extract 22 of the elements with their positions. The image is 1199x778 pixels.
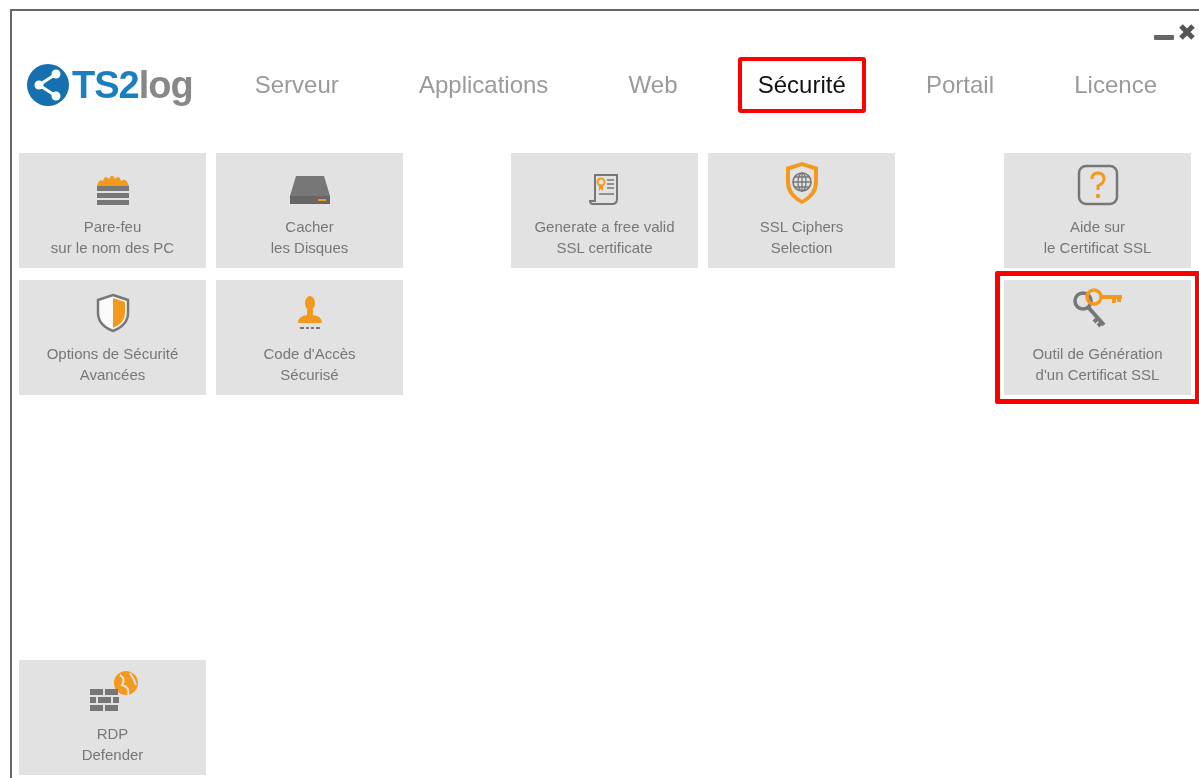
nav-tab[interactable]: Applications: [398, 57, 569, 113]
help-icon: [1075, 164, 1120, 206]
nav-tab[interactable]: Serveur: [234, 57, 359, 113]
nav-tab[interactable]: Portail: [906, 57, 1015, 113]
shield-icon: [94, 293, 131, 333]
minimize-icon[interactable]: [1154, 35, 1174, 41]
nav-tab[interactable]: Sécurité: [737, 57, 866, 113]
close-icon[interactable]: [1178, 23, 1196, 41]
tool-tile[interactable]: RDP Defender: [19, 660, 206, 775]
app-logo: TS2log: [72, 63, 193, 107]
tool-tile[interactable]: Aide sur le Certificat SSL: [1004, 153, 1191, 268]
tool-tile[interactable]: SSL Ciphers Selection: [708, 153, 895, 268]
hard-drive-icon: [287, 174, 332, 206]
tool-tile[interactable]: Generate a free valid SSL certificate: [511, 153, 698, 268]
tool-tile[interactable]: Options de Sécurité Avancées: [19, 280, 206, 395]
tool-tile[interactable]: Pare-feu sur le nom des PC: [19, 153, 206, 268]
tool-tile[interactable]: Outil de Génération d'un Certificat SSL: [1004, 280, 1191, 395]
tool-tile[interactable]: Cacher les Disques: [216, 153, 403, 268]
share-logo-icon: [26, 63, 70, 107]
nav-tab[interactable]: Web: [608, 57, 698, 113]
nav-tab[interactable]: Licence: [1054, 57, 1177, 113]
tool-tile[interactable]: Code d'Accès Sécurisé: [216, 280, 403, 395]
